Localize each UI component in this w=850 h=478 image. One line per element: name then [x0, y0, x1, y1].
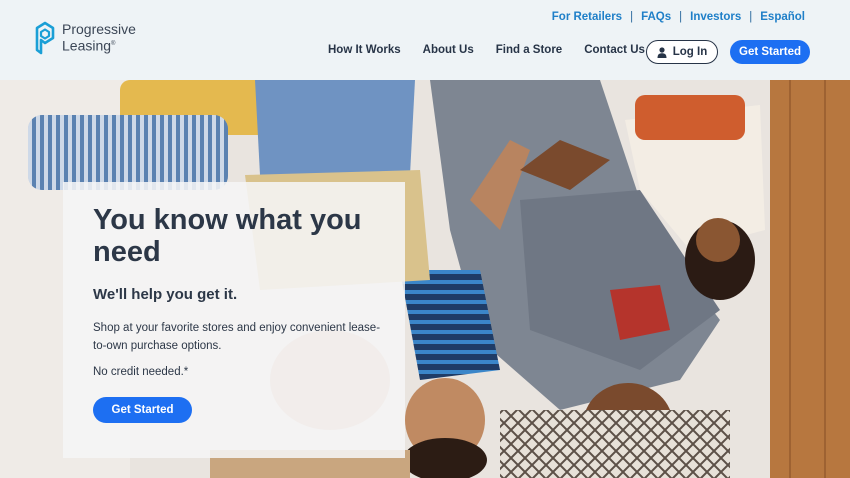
hero-get-started-button[interactable]: Get Started [93, 397, 192, 423]
header-get-started-button[interactable]: Get Started [730, 40, 810, 64]
nav-contact-us[interactable]: Contact Us [584, 44, 645, 56]
hero-headline: You know what you need [93, 204, 362, 268]
logo-icon [35, 21, 55, 55]
utility-nav: For Retailers | FAQs | Investors | Españ… [552, 11, 805, 23]
separator: | [679, 11, 683, 23]
site-header: Progressive Leasing® For Retailers | FAQ… [0, 0, 850, 80]
link-espanol[interactable]: Español [760, 11, 805, 23]
separator: | [749, 11, 753, 23]
login-button[interactable]: Log In [646, 40, 718, 64]
login-label: Log In [672, 46, 708, 58]
logo-text: Progressive Leasing® [62, 22, 136, 54]
nav-find-a-store[interactable]: Find a Store [496, 44, 562, 56]
nav-how-it-works[interactable]: How It Works [328, 44, 401, 56]
hero-subheadline: We'll help you get it. [93, 286, 238, 303]
link-faqs[interactable]: FAQs [641, 11, 671, 23]
main-nav: How It Works About Us Find a Store Conta… [328, 44, 667, 56]
hero-note: No credit needed.* [93, 366, 189, 378]
separator: | [630, 11, 634, 23]
hero-card: You know what you need We'll help you ge… [63, 182, 405, 458]
user-icon [657, 46, 667, 58]
hero-section: You know what you need We'll help you ge… [0, 80, 850, 478]
logo[interactable]: Progressive Leasing® [34, 20, 136, 56]
hero-description: Shop at your favorite stores and enjoy c… [93, 322, 381, 352]
link-for-retailers[interactable]: For Retailers [552, 11, 622, 23]
brand-name-line2: Leasing [62, 37, 112, 54]
link-investors[interactable]: Investors [690, 11, 741, 23]
nav-about-us[interactable]: About Us [423, 44, 474, 56]
trademark: ® [111, 41, 116, 48]
brand-name-line1: Progressive [62, 21, 136, 38]
